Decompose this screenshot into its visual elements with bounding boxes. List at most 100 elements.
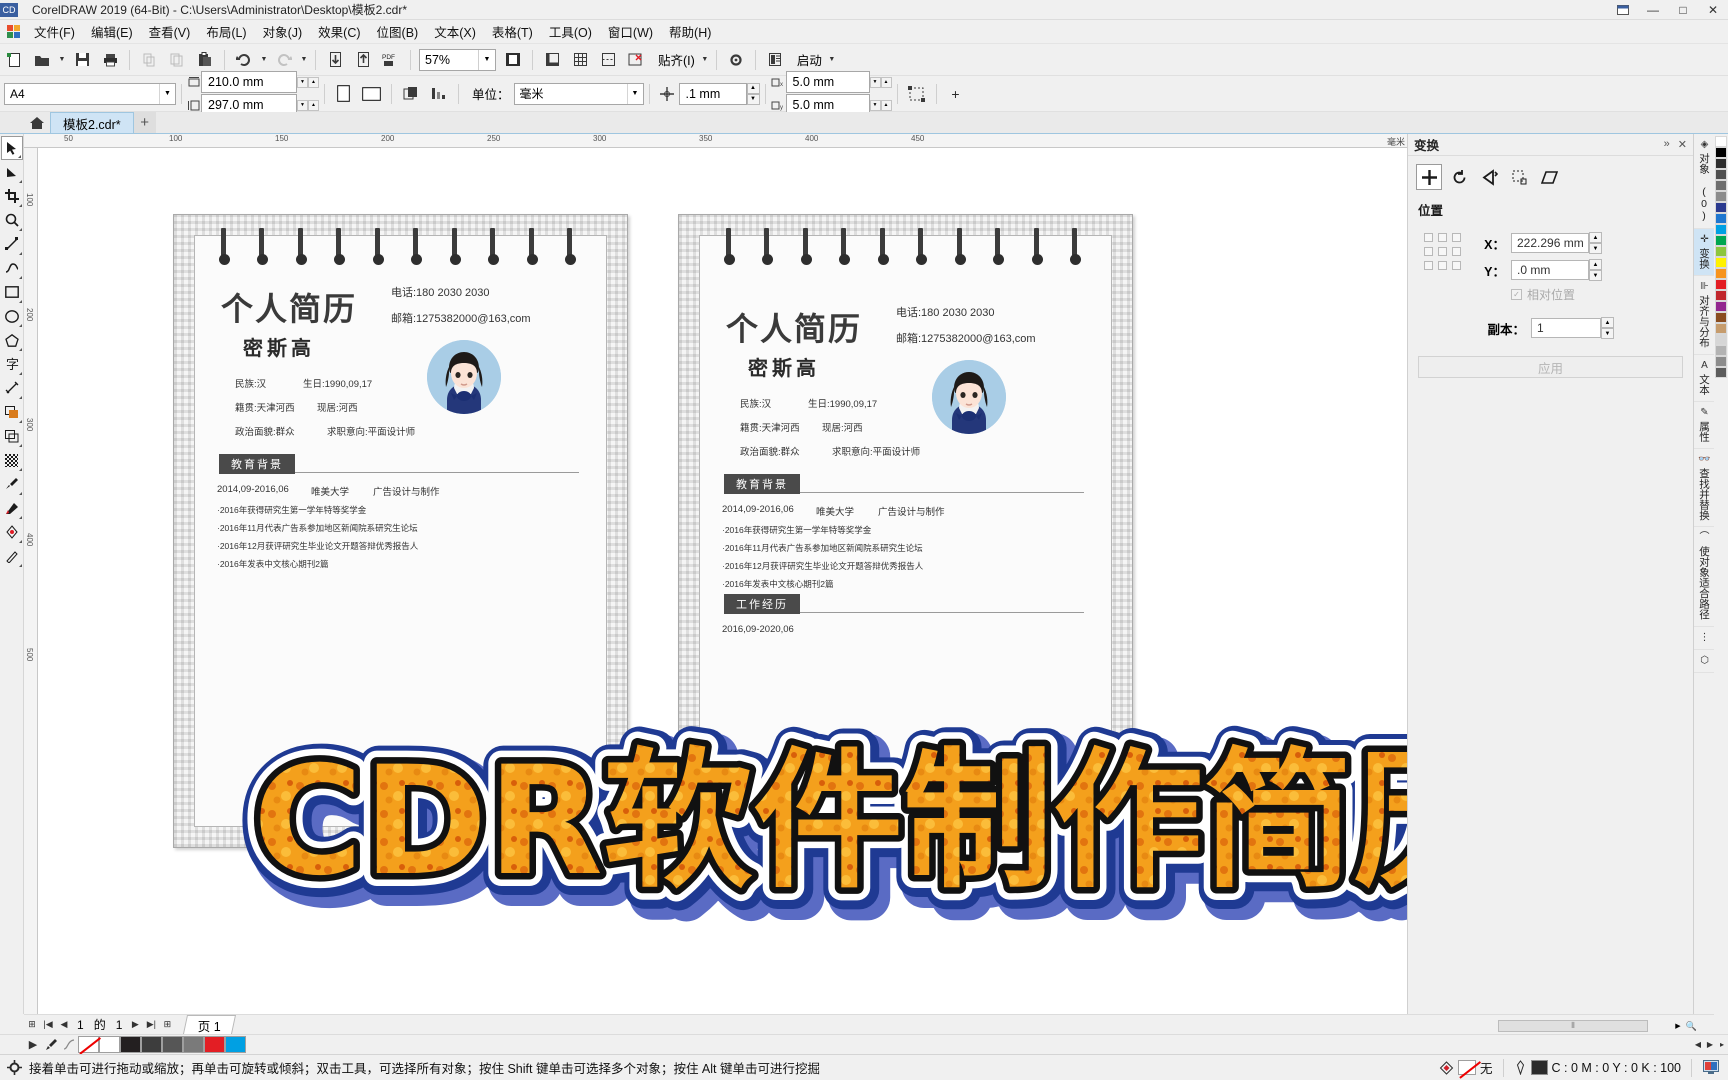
palette-scroll-right-icon[interactable]: ▶ <box>1704 1036 1716 1054</box>
palette-curve-icon[interactable] <box>60 1036 78 1054</box>
show-grid-button[interactable] <box>567 47 593 73</box>
add-page-after-button[interactable]: ⊞ <box>159 1017 175 1033</box>
show-guidelines-button[interactable] <box>595 47 621 73</box>
transform-mirror-tab[interactable] <box>1476 164 1502 190</box>
nudge-distance-field[interactable]: .1 mm <box>678 82 747 105</box>
horizontal-scroll-thumb[interactable]: ⦀ <box>1498 1020 1648 1032</box>
launch-dropdown-icon[interactable]: ▼ <box>826 48 838 72</box>
menu-bitmaps[interactable]: 位图(B) <box>369 19 427 44</box>
blend-tool[interactable] <box>1 424 23 448</box>
last-page-button[interactable]: ▶| <box>143 1017 159 1033</box>
palette-swatch[interactable] <box>1715 290 1727 301</box>
palette-swatch[interactable] <box>1715 246 1727 257</box>
launch-label[interactable]: 启动 <box>797 50 822 69</box>
relative-position-row[interactable]: ✓ 相对位置 <box>1511 286 1614 303</box>
zoom-level-input[interactable] <box>420 49 478 70</box>
position-y-input[interactable]: .0 mm <box>1511 260 1589 280</box>
dock-tab-objects[interactable]: ◈ 对象 (0) <box>1694 134 1715 229</box>
palette-none-swatch[interactable] <box>78 1036 99 1053</box>
polygon-tool[interactable] <box>1 328 23 352</box>
import-button[interactable] <box>322 47 348 73</box>
fill-status-group[interactable]: 无 <box>1439 1058 1493 1077</box>
palette-bar-swatch[interactable] <box>120 1036 141 1053</box>
palette-bar-swatch[interactable] <box>141 1036 162 1053</box>
menu-view[interactable]: 查看(V) <box>141 19 199 44</box>
zoom-level-combo[interactable]: ▼ <box>419 48 496 71</box>
position-x-spinner[interactable]: ▲ ▼ <box>1589 232 1602 254</box>
maximize-button[interactable]: □ <box>1668 0 1698 20</box>
full-screen-preview-button[interactable] <box>500 47 526 73</box>
save-document-button[interactable] <box>69 47 95 73</box>
snap-off-button[interactable] <box>623 47 649 73</box>
application-launcher-icon[interactable] <box>762 47 788 73</box>
show-rulers-button[interactable] <box>539 47 565 73</box>
print-button[interactable] <box>97 47 123 73</box>
new-document-tab-button[interactable]: + <box>133 112 156 133</box>
menu-window[interactable]: 窗口(W) <box>600 19 661 44</box>
palette-bar-swatch[interactable] <box>99 1036 120 1053</box>
next-page-button[interactable]: ▶ <box>127 1017 143 1033</box>
relative-position-checkbox[interactable]: ✓ <box>1511 289 1522 300</box>
color-palette[interactable] <box>1714 134 1728 1014</box>
parallel-dimension-tool[interactable] <box>1 376 23 400</box>
copy-button[interactable] <box>164 47 190 73</box>
dock-tab-find-replace[interactable]: 👓 查找并替换 <box>1694 449 1715 527</box>
palette-swatch[interactable] <box>1715 345 1727 356</box>
scroll-right-button[interactable]: ▶ <box>1672 1020 1684 1032</box>
transparency-tool[interactable] <box>1 448 23 472</box>
menu-edit[interactable]: 编辑(E) <box>83 19 141 44</box>
menu-effects[interactable]: 效果(C) <box>310 19 368 44</box>
menu-help[interactable]: 帮助(H) <box>661 19 719 44</box>
palette-swatch[interactable] <box>1715 169 1727 180</box>
crop-tool[interactable] <box>1 184 23 208</box>
zoom-level-dropdown-icon[interactable]: ▼ <box>478 49 495 70</box>
snap-to-label[interactable]: 贴齐(I) <box>658 50 695 69</box>
palette-swatch[interactable] <box>1715 202 1727 213</box>
drawing-units-dropdown-icon[interactable]: ▼ <box>626 83 643 104</box>
first-page-button[interactable]: |◀ <box>40 1017 56 1033</box>
transform-rotate-tab[interactable] <box>1446 164 1472 190</box>
palette-swatch[interactable] <box>1715 279 1727 290</box>
zoom-to-fit-icon[interactable]: 🔍 <box>1685 1019 1698 1033</box>
outline-status-group[interactable]: C : 0 M : 0 Y : 0 K : 100 <box>1514 1060 1681 1075</box>
duplicate-x-spinner[interactable]: ▼ ▲ <box>869 76 892 88</box>
page-height-spinner[interactable]: ▼ ▲ <box>297 99 319 111</box>
fill-none-swatch[interactable] <box>1458 1060 1477 1075</box>
publish-to-pdf-button[interactable]: PDF <box>378 47 404 73</box>
palette-swatch[interactable] <box>1715 367 1727 378</box>
dock-tab-properties[interactable]: ✎ 属性 <box>1694 402 1715 449</box>
duplicate-distance-x-field[interactable]: 5.0 mm <box>785 71 870 93</box>
all-pages-button[interactable] <box>398 81 424 107</box>
home-icon[interactable] <box>24 112 50 133</box>
palette-eyedropper-icon[interactable] <box>42 1036 60 1054</box>
previous-page-button[interactable]: ◀ <box>56 1017 72 1033</box>
dock-tab-transform[interactable]: ✛ 变换 <box>1694 229 1715 276</box>
landscape-orientation-button[interactable] <box>357 81 385 107</box>
minimize-button[interactable]: — <box>1638 0 1668 20</box>
current-page-number[interactable]: 1 <box>77 1018 84 1032</box>
palette-swatch[interactable] <box>1715 224 1727 235</box>
zoom-tool[interactable] <box>1 208 23 232</box>
palette-swatch[interactable] <box>1715 213 1727 224</box>
docker-close-icon[interactable]: ✕ <box>1678 138 1687 151</box>
resume-page-left[interactable]: 个人简历 密斯高 电话:180 2030 2030 邮箱:1275382000@… <box>173 214 628 848</box>
palette-swatch[interactable] <box>1715 147 1727 158</box>
palette-scroll-left-icon[interactable]: ◀ <box>1692 1036 1704 1054</box>
menu-file[interactable]: 文件(F) <box>26 19 83 44</box>
menu-tools[interactable]: 工具(O) <box>541 19 600 44</box>
menu-text[interactable]: 文本(X) <box>426 19 484 44</box>
dock-tab-fit-object-to-path[interactable]: ⌒ 使对象适合路径 <box>1694 527 1715 627</box>
copies-spinner[interactable]: ▲ ▼ <box>1601 317 1614 339</box>
docker-collapse-icon[interactable]: » <box>1664 138 1670 151</box>
palette-swatch[interactable] <box>1715 356 1727 367</box>
page-tab-1[interactable]: 页 1 <box>183 1015 237 1034</box>
palette-swatch[interactable] <box>1715 191 1727 202</box>
rectangle-tool[interactable] <box>1 280 23 304</box>
dock-tab-more[interactable]: ⋮ <box>1694 627 1715 650</box>
duplicate-y-spinner[interactable]: ▼ ▲ <box>869 99 892 111</box>
nudge-distance-spinner[interactable]: ▲ ▼ <box>746 82 760 105</box>
palette-swatch[interactable] <box>1715 323 1727 334</box>
paper-type-combo[interactable]: A4 ▼ <box>4 82 176 105</box>
palette-swatch[interactable] <box>1715 136 1727 147</box>
horizontal-ruler[interactable]: 50 100 150 200 250 300 350 400 450 毫米 <box>24 134 1407 148</box>
